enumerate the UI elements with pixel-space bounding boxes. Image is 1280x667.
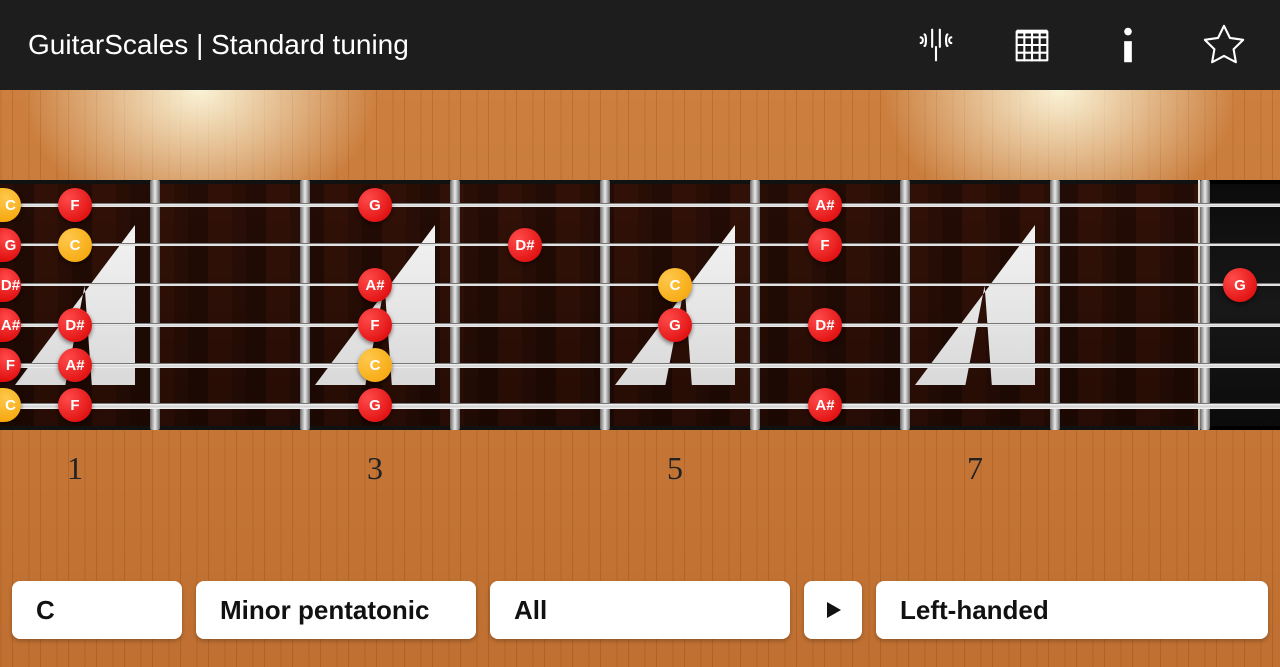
- scale-note[interactable]: F: [358, 308, 392, 342]
- scale-note[interactable]: F: [58, 188, 92, 222]
- scale-note[interactable]: F: [58, 388, 92, 422]
- scale-note[interactable]: A#: [808, 388, 842, 422]
- fret-wire: [300, 180, 310, 430]
- root-note-button[interactable]: C: [12, 581, 182, 639]
- scale-note[interactable]: F: [808, 228, 842, 262]
- scale-note[interactable]: A#: [358, 268, 392, 302]
- fret-wire: [600, 180, 610, 430]
- scale-note[interactable]: C: [58, 228, 92, 262]
- scale-note[interactable]: D#: [808, 308, 842, 342]
- scale-note[interactable]: C: [658, 268, 692, 302]
- fret-number: 7: [967, 450, 983, 487]
- scale-note[interactable]: D#: [508, 228, 542, 262]
- fret-number: 1: [67, 450, 83, 487]
- chord-diagram-icon[interactable]: [1004, 17, 1060, 73]
- hand-button[interactable]: Left-handed: [876, 581, 1268, 639]
- scale-note[interactable]: D#: [58, 308, 92, 342]
- fret-number: 5: [667, 450, 683, 487]
- fretboard[interactable]: CGD#A#FCA#FD#A#CGD#GA#FCGFCD#A#FG: [0, 180, 1280, 430]
- tuner-icon[interactable]: [908, 17, 964, 73]
- fret-number: 3: [367, 450, 383, 487]
- fret-wire: [150, 180, 160, 430]
- fret-wire: [1200, 180, 1210, 430]
- fret-wire: [750, 180, 760, 430]
- string: [0, 403, 1280, 409]
- string: [0, 203, 1280, 207]
- play-button[interactable]: [804, 581, 862, 639]
- string: [0, 283, 1280, 286]
- scale-type-button[interactable]: Minor pentatonic: [196, 581, 476, 639]
- favorite-icon[interactable]: [1196, 17, 1252, 73]
- fret-wire: [450, 180, 460, 430]
- scale-note[interactable]: A#: [808, 188, 842, 222]
- fret-wire: [900, 180, 910, 430]
- root-note-label: C: [36, 595, 55, 626]
- scale-note[interactable]: G: [358, 388, 392, 422]
- fret-wire: [1050, 180, 1060, 430]
- scale-note[interactable]: G: [358, 188, 392, 222]
- position-label: All: [514, 595, 547, 626]
- info-icon[interactable]: [1100, 17, 1156, 73]
- scale-note[interactable]: G: [1223, 268, 1257, 302]
- scale-note[interactable]: C: [358, 348, 392, 382]
- string: [0, 363, 1280, 368]
- string: [0, 323, 1280, 327]
- scale-note[interactable]: G: [658, 308, 692, 342]
- scale-note[interactable]: A#: [58, 348, 92, 382]
- bottom-toolbar: C Minor pentatonic All Left-handed: [12, 581, 1268, 639]
- hand-label: Left-handed: [900, 595, 1049, 626]
- scale-type-label: Minor pentatonic: [220, 595, 429, 626]
- app-header: GuitarScales | Standard tuning: [0, 0, 1280, 90]
- string: [0, 243, 1280, 246]
- position-button[interactable]: All: [490, 581, 790, 639]
- page-title: GuitarScales | Standard tuning: [28, 29, 409, 61]
- headstock: [1200, 180, 1280, 430]
